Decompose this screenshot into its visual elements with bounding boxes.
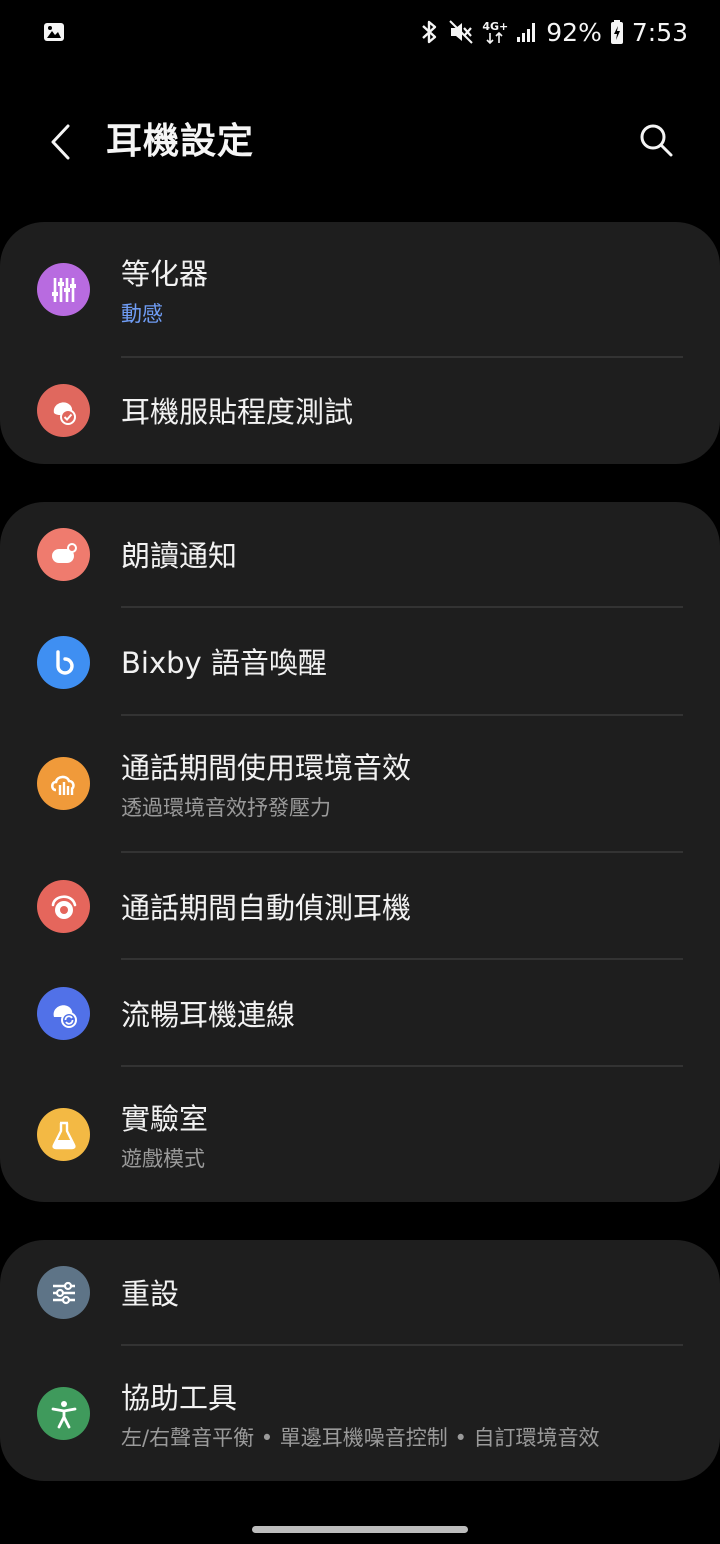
ear-fit-test-title: 耳機服貼程度測試 — [121, 395, 354, 429]
search-button[interactable] — [632, 116, 680, 164]
read-notifications-title: 朗讀通知 — [121, 539, 238, 573]
bixby-title: Bixby 語音喚醒 — [121, 646, 327, 680]
auto-detect-title: 通話期間自動偵測耳機 — [121, 891, 412, 925]
equalizer-row[interactable]: 等化器 動感 — [0, 222, 720, 357]
network-type-icon: 4G+ — [482, 21, 508, 44]
settings-card-features: 朗讀通知 Bixby 語音喚醒 通話期間使用環境音效 透過環境音效抒發壓力 通話… — [0, 502, 720, 1202]
status-bar: 4G+ 92% 7:53 — [0, 0, 720, 64]
search-icon — [640, 124, 673, 157]
clock: 7:53 — [631, 17, 688, 47]
labs-flask-icon — [37, 1108, 90, 1161]
bixby-icon — [37, 636, 90, 689]
equalizer-title: 等化器 — [121, 257, 209, 291]
ambient-sound-icon — [37, 757, 90, 810]
network-type-label: 4G+ — [482, 19, 509, 33]
labs-title: 實驗室 — [121, 1102, 209, 1136]
back-button[interactable] — [38, 118, 82, 166]
equalizer-icon — [37, 263, 90, 316]
seamless-connection-icon — [37, 987, 90, 1040]
accessibility-title: 協助工具 — [121, 1381, 238, 1415]
gallery-notification-icon — [42, 20, 66, 44]
page-title: 耳機設定 — [106, 121, 255, 162]
ear-fit-test-row[interactable]: 耳機服貼程度測試 — [0, 358, 720, 464]
back-arrow-icon — [51, 124, 70, 160]
app-bar: 耳機設定 — [0, 100, 720, 184]
settings-card-general: 重設 協助工具 左/右聲音平衡 • 單邊耳機噪音控制 • 自訂環境音效 — [0, 1240, 720, 1481]
reset-row[interactable]: 重設 — [0, 1240, 720, 1345]
labs-row[interactable]: 實驗室 遊戲模式 — [0, 1067, 720, 1202]
ambient-sound-row[interactable]: 通話期間使用環境音效 透過環境音效抒發壓力 — [0, 716, 720, 851]
equalizer-subtitle: 動感 — [121, 302, 163, 326]
home-indicator[interactable] — [252, 1526, 468, 1533]
ambient-sound-title: 通話期間使用環境音效 — [121, 751, 412, 785]
labs-subtitle: 遊戲模式 — [121, 1147, 205, 1171]
signal-icon — [516, 20, 538, 44]
battery-percent: 92% — [546, 17, 602, 47]
mute-icon — [448, 19, 474, 45]
reset-title: 重設 — [121, 1277, 180, 1311]
accessibility-subtitle: 左/右聲音平衡 • 單邊耳機噪音控制 • 自訂環境音效 — [121, 1426, 600, 1450]
read-notifications-row[interactable]: 朗讀通知 — [0, 502, 720, 607]
auto-detect-row[interactable]: 通話期間自動偵測耳機 — [0, 853, 720, 959]
reset-sliders-icon — [37, 1266, 90, 1319]
seamless-connection-row[interactable]: 流暢耳機連線 — [0, 960, 720, 1066]
ear-fit-test-icon — [37, 384, 90, 437]
auto-detect-icon — [37, 880, 90, 933]
battery-charging-icon — [610, 19, 624, 45]
settings-card-sound: 等化器 動感 耳機服貼程度測試 — [0, 222, 720, 464]
bixby-row[interactable]: Bixby 語音喚醒 — [0, 608, 720, 715]
ambient-sound-subtitle: 透過環境音效抒發壓力 — [121, 796, 331, 820]
seamless-connection-title: 流暢耳機連線 — [121, 998, 296, 1032]
accessibility-icon — [37, 1387, 90, 1440]
bluetooth-icon — [418, 19, 440, 45]
accessibility-row[interactable]: 協助工具 左/右聲音平衡 • 單邊耳機噪音控制 • 自訂環境音效 — [0, 1346, 720, 1481]
read-notifications-icon — [37, 528, 90, 581]
